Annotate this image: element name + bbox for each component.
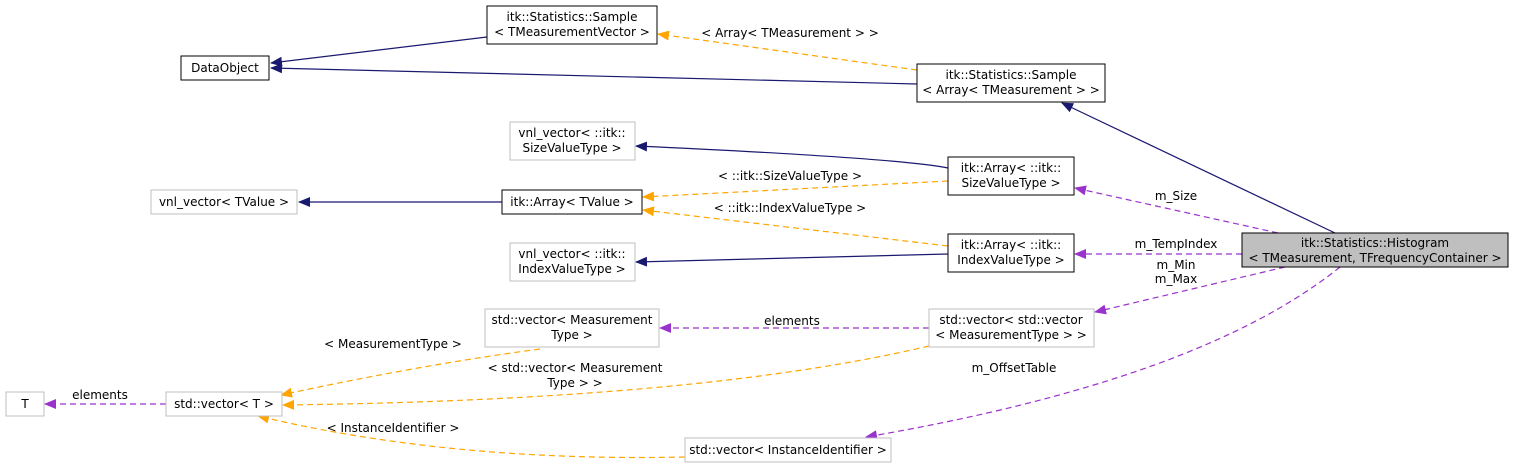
label-index-value-type: < ::itk::IndexValueType > <box>714 201 866 215</box>
edge-array-size-to-vnl-size <box>635 141 949 169</box>
label-elements-t: elements <box>72 388 128 402</box>
edge-array-index-to-vnl-index <box>635 253 949 267</box>
svg-text:itk::Array< ::itk::SizeValueTy: itk::Array< ::itk:: SizeValueType > <box>961 161 1061 190</box>
label-m-offset-table: m_OffsetTable <box>972 361 1057 375</box>
node-vnl-vector-index-value-type[interactable]: vnl_vector< ::itk:: IndexValueType > <box>509 242 636 282</box>
node-vector-instance-identifier[interactable]: std::vector< InstanceIdentifier > <box>684 437 892 463</box>
svg-text:itk::Array< TValue >: itk::Array< TValue > <box>510 195 633 209</box>
svg-text:vnl_vector< TValue >: vnl_vector< TValue > <box>159 195 289 209</box>
svg-text:vnl_vector< ::itk::SizeValueTy: vnl_vector< ::itk:: SizeValueType > <box>518 126 625 155</box>
node-sample-measurement-vector[interactable]: itk::Statistics::Sample < TMeasurementVec… <box>486 5 658 45</box>
label-measurement-type: < MeasurementType > <box>324 337 462 351</box>
svg-text:vnl_vector< ::itk::IndexValueT: vnl_vector< ::itk:: IndexValueType > <box>518 247 625 276</box>
node-array-tvalue[interactable]: itk::Array< TValue > <box>501 189 643 215</box>
node-histogram[interactable]: itk::Statistics::Histogram < TMeasurement… <box>1241 232 1509 268</box>
svg-text:T: T <box>20 397 29 411</box>
label-elements-vec: elements <box>764 314 820 328</box>
collaboration-diagram: < Array< TMeasurement > > < ::itk::SizeV… <box>5 5 1509 463</box>
svg-text:itk::Statistics::Sample< TMeas: itk::Statistics::Sample < TMeasurementVec… <box>494 10 650 39</box>
svg-text:itk::Statistics::Sample< Array: itk::Statistics::Sample < Array< TMeasure… <box>922 68 1100 97</box>
label-m-size: m_Size <box>1155 189 1197 203</box>
node-vector-vector-measurement-type[interactable]: std::vector< std::vector < MeasurementTyp… <box>928 308 1095 348</box>
edge-histogram-to-sample-arr <box>1061 102 1336 234</box>
node-vnl-vector-tvalue[interactable]: vnl_vector< TValue > <box>150 189 298 215</box>
label-array-tmeasurement: < Array< TMeasurement > > <box>701 26 879 40</box>
svg-text:itk::Array< ::itk::IndexValueT: itk::Array< ::itk:: IndexValueType > <box>957 238 1064 267</box>
node-t[interactable]: T <box>5 391 45 417</box>
edge-array-index-to-array-tvalue <box>642 206 949 247</box>
svg-text:std::vector< InstanceIdentifie: std::vector< InstanceIdentifier > <box>689 443 887 457</box>
edge-sample-arr-to-dataobject <box>270 63 918 85</box>
edge-vec-inst-to-vec-t <box>257 413 686 459</box>
node-dataobject[interactable]: DataObject <box>180 55 270 81</box>
node-array-size-value-type[interactable]: itk::Array< ::itk:: SizeValueType > <box>947 156 1075 196</box>
edge-histogram-to-vec-inst <box>865 266 1341 441</box>
label-m-temp-index: m_TempIndex <box>1135 237 1218 251</box>
svg-text:std::vector< T >: std::vector< T > <box>174 397 274 411</box>
node-vnl-vector-size-value-type[interactable]: vnl_vector< ::itk:: SizeValueType > <box>509 121 636 161</box>
label-size-value-type: < ::itk::SizeValueType > <box>718 169 862 183</box>
node-sample-array-measurement[interactable]: itk::Statistics::Sample < Array< TMeasure… <box>916 63 1106 103</box>
label-vec-measurement-type: < std::vector< Measurement Type > > <box>488 361 663 390</box>
svg-text:DataObject: DataObject <box>191 61 259 75</box>
label-instance-identifier: < InstanceIdentifier > <box>327 421 460 435</box>
node-vector-measurement-type[interactable]: std::vector< Measurement Type > <box>484 308 660 348</box>
edge-array-size-to-array-tvalue <box>642 180 949 202</box>
svg-text:std::vector< std::vector< Meas: std::vector< std::vector < MeasurementTyp… <box>935 313 1087 342</box>
node-array-index-value-type[interactable]: itk::Array< ::itk:: IndexValueType > <box>947 233 1075 273</box>
nodes: DataObject itk::Statistics::Sample < TMea… <box>5 5 1509 463</box>
node-vector-t[interactable]: std::vector< T > <box>165 391 283 417</box>
edge-sample-vec-to-dataobject <box>270 36 488 67</box>
label-m-min-max: m_Min m_Max <box>1155 258 1198 286</box>
